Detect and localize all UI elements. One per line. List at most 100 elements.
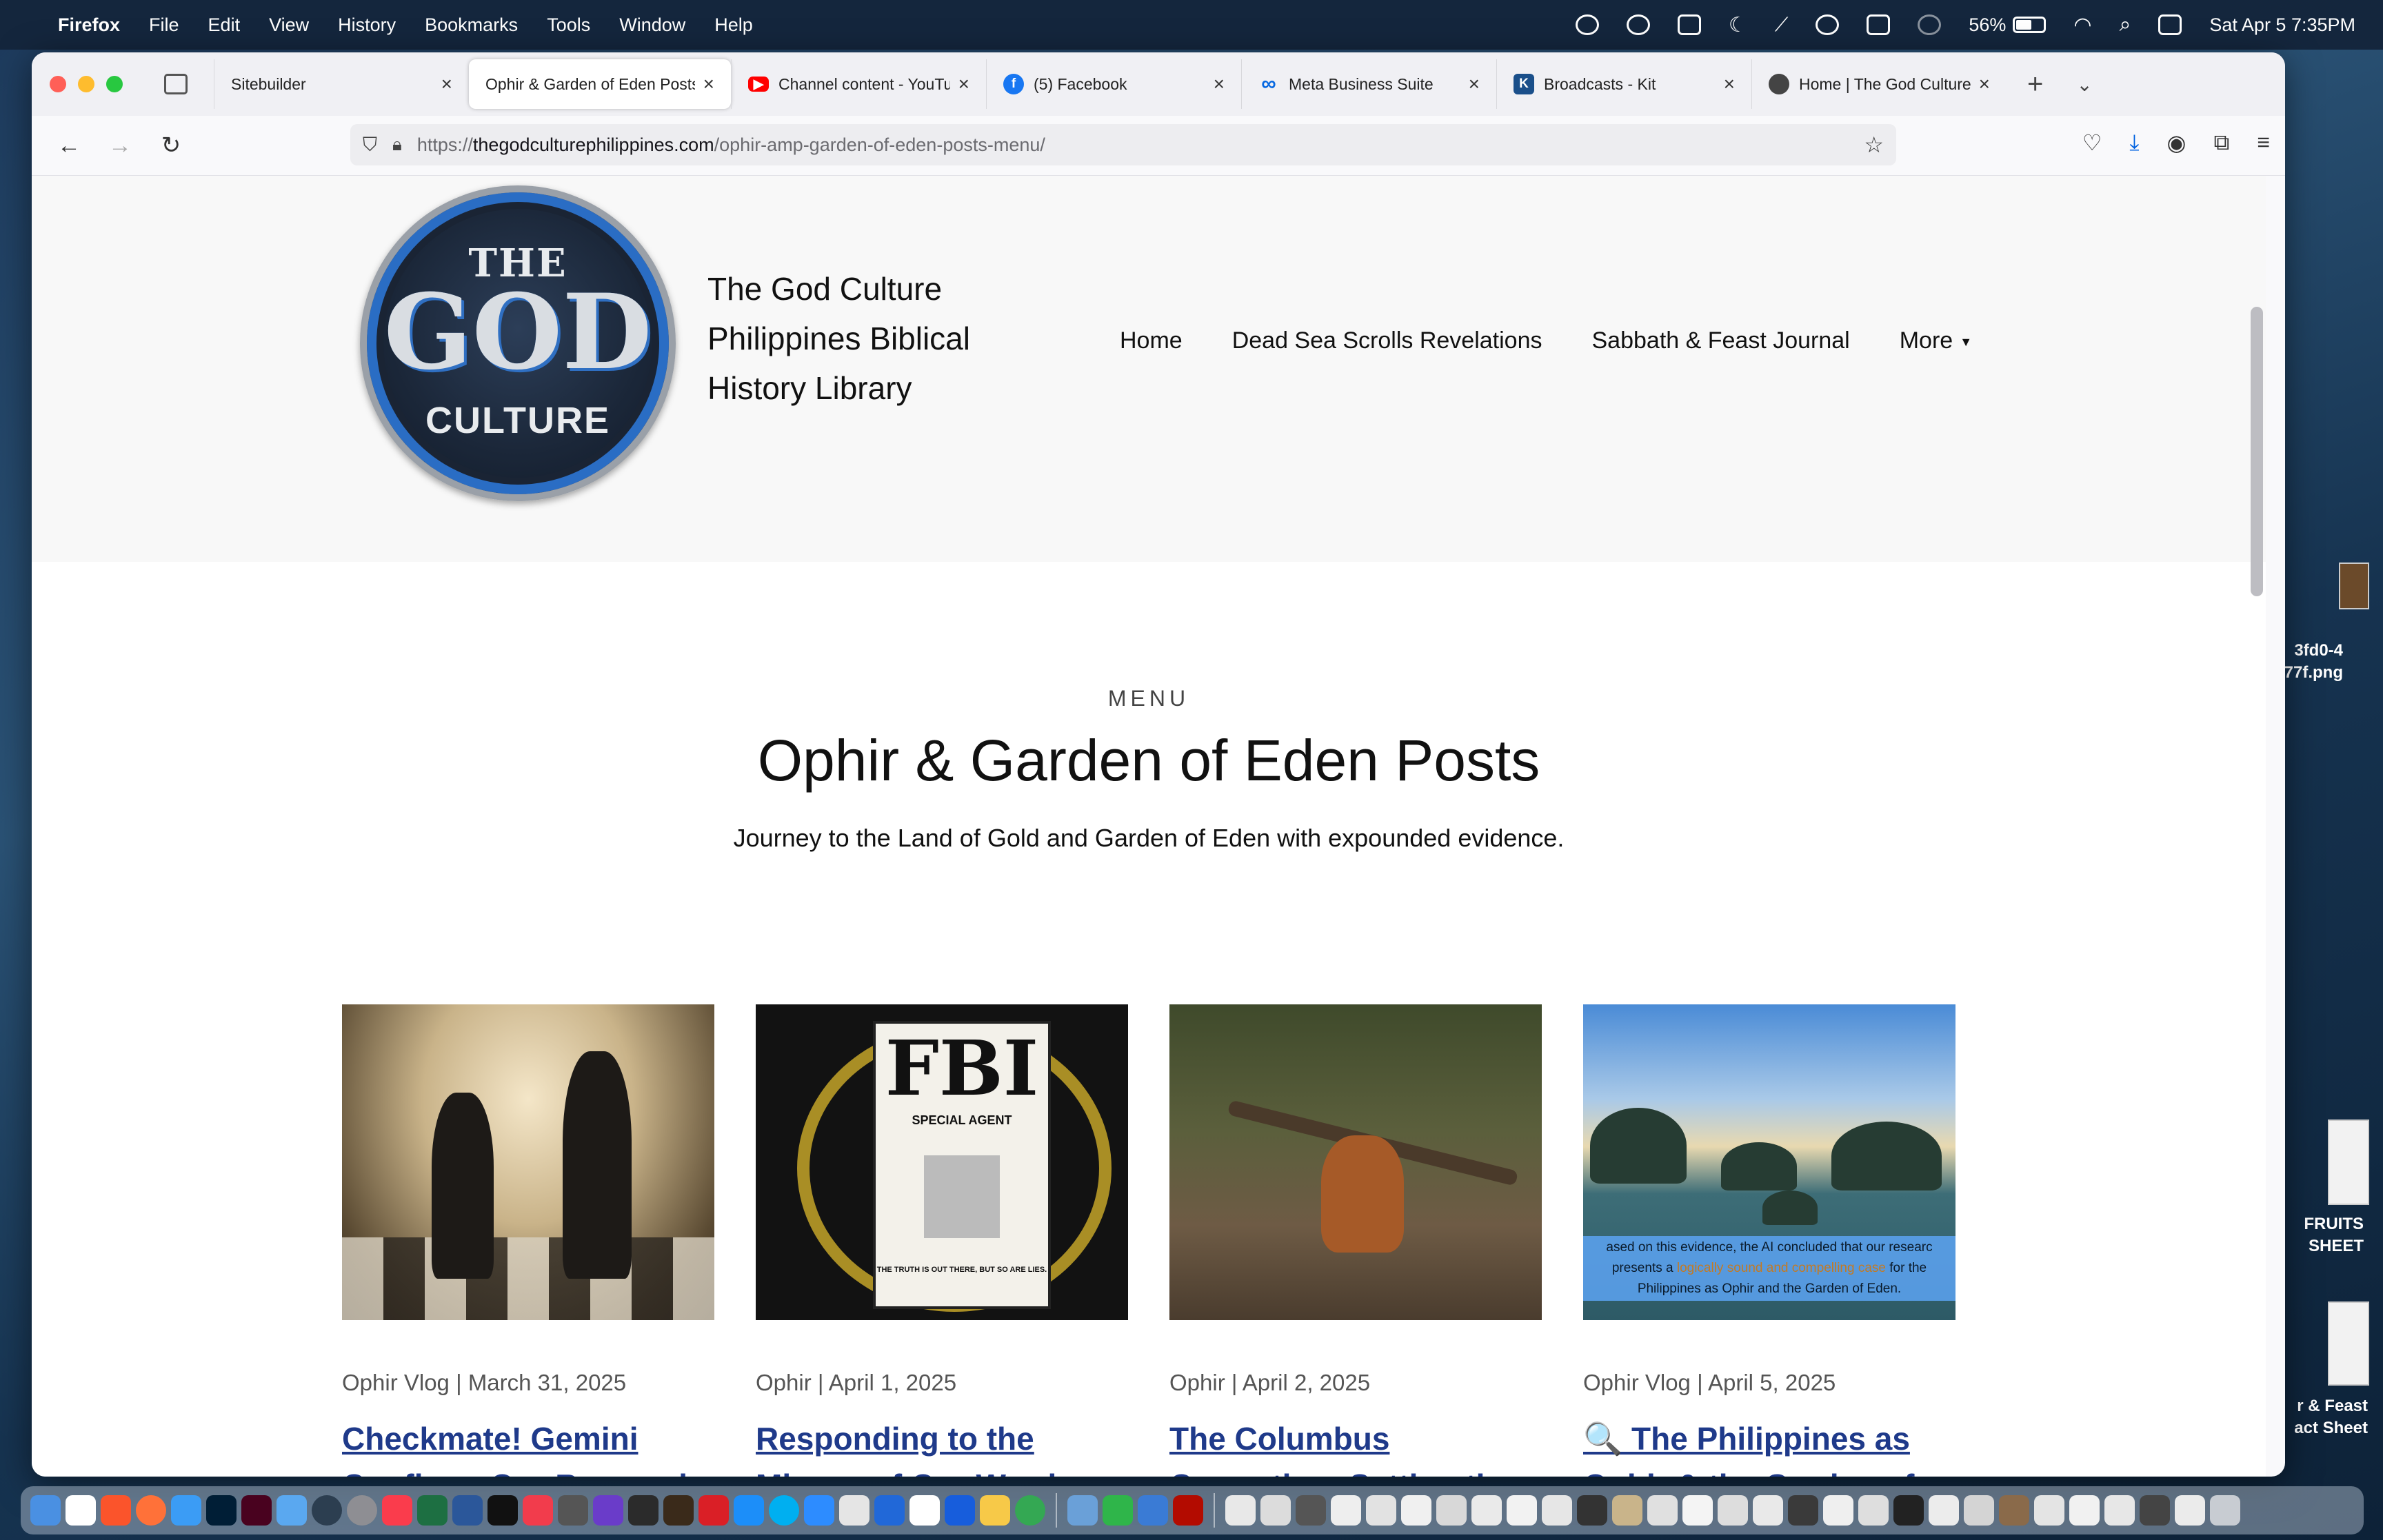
nav-dead-sea-scrolls[interactable]: Dead Sea Scrolls Revelations [1232, 327, 1542, 354]
downloads-icon[interactable]: ⤓ [2129, 130, 2139, 156]
close-tab-icon[interactable]: × [1979, 73, 1990, 95]
minimized-window-thumbnail[interactable] [2034, 1495, 2064, 1526]
pocket-icon[interactable]: ♡ [2082, 130, 2102, 156]
minimized-window-thumbnail[interactable] [1225, 1495, 1256, 1526]
lock-icon[interactable]: 🔒︎ [392, 134, 402, 156]
indesign-icon[interactable] [241, 1495, 272, 1526]
apple-tv-icon[interactable] [487, 1495, 518, 1526]
minimized-window-thumbnail[interactable] [1788, 1495, 1818, 1526]
tab-sitebuilder[interactable]: Sitebuilder × [214, 59, 469, 109]
minimized-window-thumbnail[interactable] [1858, 1495, 1889, 1526]
menu-bookmarks[interactable]: Bookmarks [425, 14, 518, 36]
minimized-window-thumbnail[interactable] [1612, 1495, 1642, 1526]
creative-cloud-icon[interactable] [698, 1495, 729, 1526]
minimized-window-thumbnail[interactable] [1647, 1495, 1678, 1526]
chrome-icon[interactable] [1015, 1495, 1045, 1526]
spotlight-search-icon[interactable]: ⌕ [2120, 13, 2131, 37]
menu-view[interactable]: View [269, 14, 309, 36]
acrobat-reader-icon[interactable] [1173, 1495, 1203, 1526]
finder-icon[interactable] [30, 1495, 61, 1526]
close-window-button[interactable] [50, 76, 66, 92]
list-tabs-icon[interactable]: ⌄ [2076, 73, 2092, 96]
forward-arrow-icon[interactable]: → [106, 132, 134, 159]
moon-icon[interactable]: ☾ [1729, 13, 1747, 37]
minimized-window-thumbnail[interactable] [2175, 1495, 2205, 1526]
minimized-window-thumbnail[interactable] [1999, 1495, 2029, 1526]
tab-god-culture-home[interactable]: Home | The God Culture × [1751, 59, 2007, 109]
menu-window[interactable]: Window [619, 14, 685, 36]
pen-off-icon[interactable]: ⟋ [1775, 14, 1789, 37]
close-tab-icon[interactable]: × [1214, 73, 1225, 95]
minimized-window-thumbnail[interactable] [1753, 1495, 1783, 1526]
post-image-chess[interactable] [342, 1004, 714, 1320]
bookmark-star-icon[interactable]: ☆ [1864, 132, 1884, 158]
account-icon[interactable]: ◉ [2167, 130, 2186, 156]
tab-overview-icon[interactable] [164, 74, 188, 94]
cloud-sync-icon[interactable] [1626, 14, 1650, 35]
minimized-window-thumbnail[interactable] [1542, 1495, 1572, 1526]
nav-more[interactable]: More ▼ [1900, 327, 1972, 354]
new-tab-icon[interactable]: + [2027, 69, 2043, 100]
desktop-file-thumbnail[interactable] [2339, 563, 2369, 609]
address-bar[interactable]: ⛉ 🔒︎ https://thegodculturephilippines.co… [350, 124, 1896, 165]
post-image-islands-bay[interactable]: ased on this evidence, the AI concluded … [1583, 1004, 1955, 1320]
screen-sharing-icon[interactable] [1067, 1495, 1098, 1526]
minimized-window-thumbnail[interactable] [1296, 1495, 1326, 1526]
play-icon[interactable] [1816, 14, 1840, 35]
minimized-window-thumbnail[interactable] [1718, 1495, 1748, 1526]
minimized-window-thumbnail[interactable] [1929, 1495, 1959, 1526]
app-menu-icon[interactable]: ≡ [2257, 130, 2270, 156]
quicktime-icon[interactable] [312, 1495, 342, 1526]
bitwarden-icon[interactable] [945, 1495, 975, 1526]
tab-kit-broadcasts[interactable]: K Broadcasts - Kit × [1496, 59, 1751, 109]
shield-app-icon[interactable] [1138, 1495, 1168, 1526]
photoshop-icon[interactable] [206, 1495, 237, 1526]
minimized-window-thumbnail[interactable] [1471, 1495, 1502, 1526]
zoom-icon[interactable] [804, 1495, 834, 1526]
checkmark-circle-icon[interactable] [1575, 14, 1599, 35]
skype-icon[interactable] [769, 1495, 799, 1526]
close-tab-icon[interactable]: × [1469, 73, 1480, 95]
minimized-window-thumbnail[interactable] [1823, 1495, 1853, 1526]
brave-icon[interactable] [101, 1495, 131, 1526]
tab-ophir-garden-eden[interactable]: Ophir & Garden of Eden Posts × [469, 59, 731, 109]
minimized-window-thumbnail[interactable] [1893, 1495, 1924, 1526]
menu-help[interactable]: Help [714, 14, 753, 36]
minimized-window-thumbnail[interactable] [2069, 1495, 2100, 1526]
post-title-link[interactable]: 🔍 The Philippines as Ophir & the Garden … [1583, 1415, 1955, 1477]
god-culture-logo[interactable]: THE GOD CULTURE [360, 185, 676, 501]
close-tab-icon[interactable]: × [958, 73, 969, 95]
menu-app-name[interactable]: Firefox [58, 14, 120, 36]
numbers-icon[interactable] [1103, 1495, 1133, 1526]
display-icon[interactable] [1677, 14, 1701, 35]
app-store-icon[interactable] [734, 1495, 764, 1526]
quill-app-icon[interactable] [663, 1495, 694, 1526]
menu-history[interactable]: History [338, 14, 396, 36]
url-text[interactable]: https://thegodculturephilippines.com/oph… [417, 134, 1045, 156]
firefox-icon[interactable] [136, 1495, 166, 1526]
post-image-fbi-badge[interactable]: FBI SPECIAL AGENT THE TRUTH IS OUT THERE… [756, 1004, 1128, 1320]
capcut-icon[interactable] [909, 1495, 940, 1526]
excel-icon[interactable] [417, 1495, 448, 1526]
tracking-shield-icon[interactable]: ⛉ [363, 134, 377, 156]
close-tab-icon[interactable]: × [441, 73, 452, 95]
site-title[interactable]: The God Culture Philippines Biblical His… [707, 264, 1011, 413]
back-arrow-icon[interactable]: ← [55, 132, 83, 159]
trash-icon[interactable] [2210, 1495, 2240, 1526]
memory-icon[interactable] [1867, 14, 1891, 35]
minimize-window-button[interactable] [78, 76, 94, 92]
minimized-window-thumbnail[interactable] [1401, 1495, 1431, 1526]
word-icon[interactable] [452, 1495, 483, 1526]
tab-youtube[interactable]: ▶ Channel content - YouTube × [731, 59, 986, 109]
tab-meta-business[interactable]: ∞ Meta Business Suite × [1241, 59, 1496, 109]
desktop-file-thumbnail[interactable] [2328, 1119, 2369, 1205]
control-center-icon[interactable] [2158, 14, 2182, 35]
minimized-window-thumbnail[interactable] [1331, 1495, 1361, 1526]
post-image-dog-stick[interactable] [1169, 1004, 1542, 1320]
minimized-window-thumbnail[interactable] [1577, 1495, 1607, 1526]
post-title-link[interactable]: The Columbus Correction: Setting the [1169, 1415, 1542, 1477]
page-scrollbar[interactable] [2251, 307, 2263, 596]
reload-icon[interactable]: ↻ [157, 132, 185, 159]
acrobat-icon[interactable] [839, 1495, 869, 1526]
minimized-window-thumbnail[interactable] [1682, 1495, 1713, 1526]
